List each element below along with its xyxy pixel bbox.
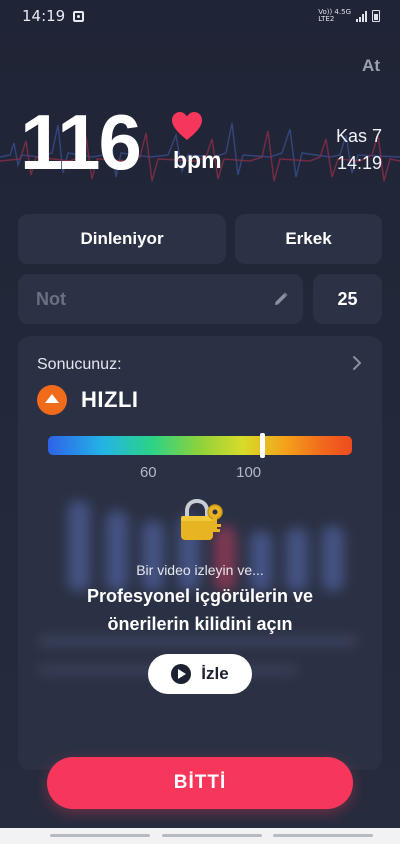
unlock-title: Profesyonel içgörülerin ve önerilerin ki… [18,582,382,638]
system-nav-bar [0,828,400,844]
gender-label: Erkek [285,229,332,248]
pencil-icon [275,292,288,305]
battery-icon [372,10,380,22]
state-selector[interactable]: Dinleniyor [18,214,226,264]
notification-icon [73,10,85,22]
unlock-subtitle: Bir video izleyin ve... [136,562,264,578]
result-card[interactable]: Sonucunuz: HIZLI 60 100 Bir video izleyi… [18,336,382,770]
signal-icon [356,10,367,22]
locked-insights-area: Bir video izleyin ve... Profesyonel içgö… [18,486,382,770]
note-field[interactable]: Not [18,274,303,324]
result-status-text: HIZLI [81,387,139,412]
network-indicator: Vo)) 4.5G LTE2 [318,9,351,23]
share-button[interactable]: At [362,56,380,76]
age-value: 25 [337,288,358,309]
measurement-date: Kas 7 [335,126,382,146]
status-icons: Vo)) 4.5G LTE2 [318,9,380,23]
unlock-title-line: önerilerin kilidini açın [107,614,293,634]
bpm-value: 116 [20,98,142,186]
age-field[interactable]: 25 [313,274,382,324]
bpm-unit: bpm [173,147,222,173]
lock-icon [181,499,223,540]
arrow-up-icon [37,385,67,415]
measurement-time: 14:19 [336,153,382,173]
result-status: HIZLI [37,385,139,415]
bpm-hero: 116 bpm Kas 7 14:19 [0,95,400,195]
watch-video-button[interactable]: İzle [148,654,252,694]
result-label: Sonucunuz: [37,356,122,373]
heart-rate-scale [48,433,352,458]
heart-icon [172,112,202,140]
scale-marker [259,433,265,458]
chevron-right-icon[interactable] [350,354,364,372]
play-icon [171,664,192,684]
status-time: 14:19 [22,7,66,25]
note-placeholder: Not [36,288,66,309]
done-button[interactable]: BİTTİ [47,757,353,809]
scale-tick-label: 60 [139,464,157,481]
status-bar: 14:19 Vo)) 4.5G LTE2 [0,0,400,32]
network-bottom-label: LTE2 [318,15,335,23]
scale-tick-label: 100 [236,464,262,481]
nav-home[interactable] [162,834,262,837]
nav-recents[interactable] [50,834,150,837]
watch-label: İzle [201,664,229,683]
measurement-datetime: Kas 7 14:19 [336,123,382,177]
unlock-title-line: Profesyonel içgörülerin ve [86,586,314,606]
gender-selector[interactable]: Erkek [235,214,382,264]
nav-back[interactable] [273,834,373,837]
state-label: Dinleniyor [80,229,164,248]
